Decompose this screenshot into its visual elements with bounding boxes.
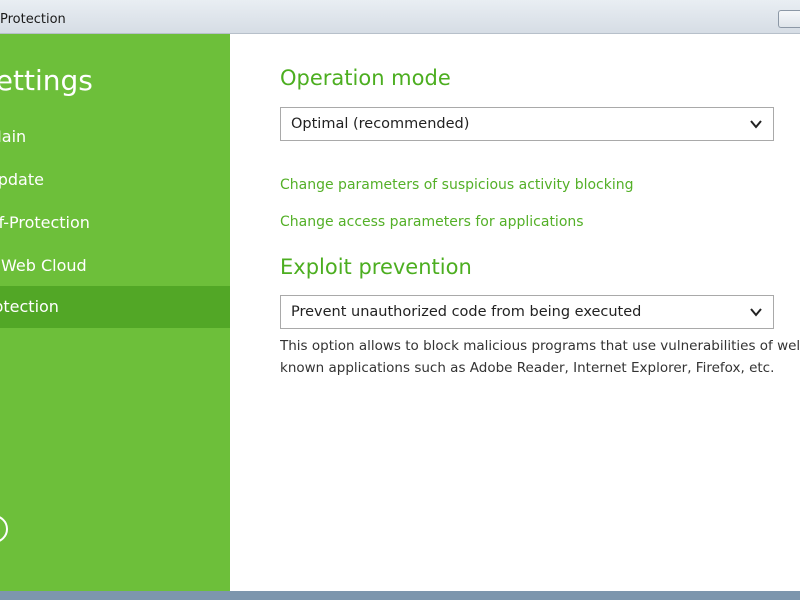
sidebar-item-self-protection[interactable]: Self-Protection [0, 202, 230, 244]
operation-mode-title: Operation mode [280, 66, 451, 90]
exploit-prevention-value: Prevent unauthorized code from being exe… [291, 304, 642, 320]
sidebar-item-label: Main [0, 127, 27, 146]
sidebar-title: Settings [0, 64, 93, 97]
window-title: Protection [0, 12, 66, 27]
sidebar-item-label: Update [0, 170, 44, 189]
description-line: known applications such as Adobe Reader,… [280, 360, 775, 376]
main-panel: Operation mode Optimal (recommended) Cha… [230, 34, 800, 591]
operation-mode-value: Optimal (recommended) [291, 116, 470, 132]
chevron-down-icon [750, 120, 762, 129]
exploit-prevention-description: This option allows to block malicious pr… [280, 335, 800, 379]
window-control-button[interactable] [778, 10, 800, 28]
sidebar-item-web-cloud[interactable]: Web Cloud [0, 245, 230, 287]
exploit-prevention-title: Exploit prevention [280, 255, 472, 279]
title-bar: Protection [0, 0, 800, 34]
operation-mode-select[interactable]: Optimal (recommended) [280, 107, 774, 141]
sidebar: Settings Main Update Self-Protection Web… [0, 34, 230, 591]
description-line: This option allows to block malicious pr… [280, 338, 800, 354]
chevron-down-icon [750, 308, 762, 317]
window-bottom-border [0, 591, 800, 600]
sidebar-item-label: Self-Protection [0, 213, 90, 232]
sidebar-item-protection[interactable]: Protection [0, 286, 230, 328]
exploit-prevention-select[interactable]: Prevent unauthorized code from being exe… [280, 295, 774, 329]
access-parameters-link[interactable]: Change access parameters for application… [280, 214, 584, 230]
sidebar-item-update[interactable]: Update [0, 159, 230, 201]
sidebar-item-label: Web Cloud [1, 256, 87, 275]
sidebar-item-label: Protection [0, 297, 59, 316]
sidebar-item-main[interactable]: Main [0, 116, 230, 158]
suspicious-activity-link[interactable]: Change parameters of suspicious activity… [280, 177, 634, 193]
circle-icon[interactable] [0, 515, 8, 543]
